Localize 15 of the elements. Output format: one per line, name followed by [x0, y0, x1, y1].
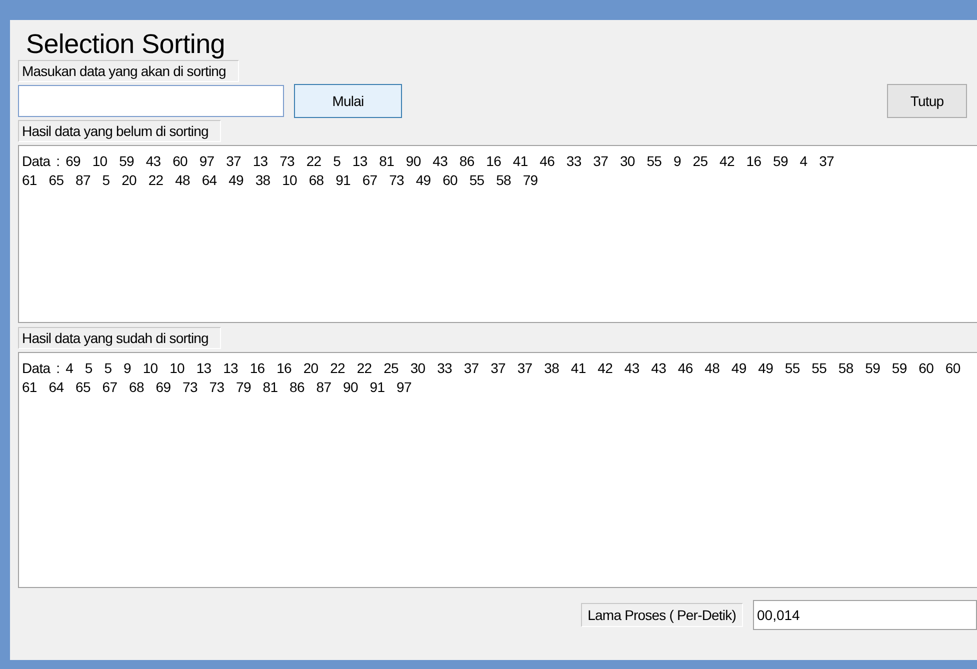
close-button[interactable]: Tutup — [887, 84, 967, 118]
output-line: Data : 4 5 5 9 10 10 13 13 16 16 20 22 22 25 30 33 37 37 37 38 41 42 43 43 46 48 49 49 55 55 58 59 59 60 60 — [22, 359, 962, 378]
form-title: Selection Sorting — [26, 28, 226, 60]
duration-label: Lama Proses ( Per-Detik) — [580, 603, 743, 627]
output-line: 61 65 87 5 20 22 48 64 49 38 10 68 91 67 73 49 60 55 58 79 — [22, 171, 539, 190]
output-line: Data : 69 10 59 43 60 97 37 13 73 22 5 13 81 90 43 86 16 41 46 33 37 30 55 9 25 42 16 59 4 37 — [22, 152, 835, 171]
input-field[interactable] — [18, 85, 284, 117]
section-label: Hasil data yang sudah di sorting — [18, 327, 222, 349]
start-button[interactable]: Mulai — [294, 84, 402, 118]
output-text-area[interactable]: Data : 69 10 59 43 60 97 37 13 73 22 5 13 81 90 43 86 16 41 46 33 37 30 55 9 25 42 16 59 4 37 61 65 87 5 20 22 48 64 49 38 10 68 91 67 73 49 60 55 58 79 — [18, 145, 977, 323]
output-line: 61 64 65 67 68 69 73 73 79 81 86 87 90 91 97 — [22, 378, 412, 397]
output-text-area[interactable]: Data : 4 5 5 9 10 10 13 13 16 16 20 22 22 25 30 33 37 37 37 38 41 42 43 43 46 48 49 49 55 55 58 59 59 60 60 61 64 65 67 68 69 73 73 79 81 86 87 90 91 97 — [18, 352, 977, 588]
section-label: Hasil data yang belum di sorting — [18, 120, 222, 142]
duration-field[interactable]: 00,014 — [753, 600, 977, 630]
section-label: Masukan data yang akan di sorting — [18, 60, 239, 82]
